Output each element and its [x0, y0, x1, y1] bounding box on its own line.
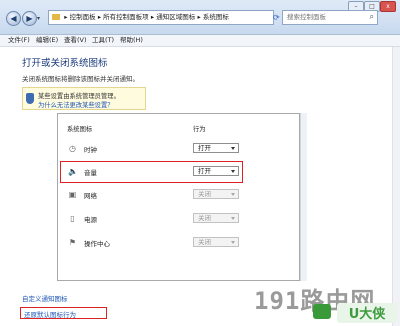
- restore-default-icon-behavior-link[interactable]: 还原默认图标行为: [24, 309, 76, 319]
- menu-edit[interactable]: 编辑(E): [36, 36, 58, 45]
- svg-text:U大侠: U大侠: [349, 306, 387, 322]
- row-label-action-center: 操作中心: [84, 240, 110, 248]
- row-label-network: 网络: [84, 192, 97, 200]
- forward-button[interactable]: ▶: [22, 11, 37, 26]
- menu-bar: 文件(F) 编辑(E) 查看(V) 工具(T) 帮助(H): [0, 35, 400, 47]
- chevron-down-icon: [231, 241, 235, 244]
- close-button[interactable]: x: [380, 1, 396, 12]
- breadcrumb-item[interactable]: 系统图标: [203, 13, 229, 21]
- page-title: 打开或关闭系统图标: [22, 58, 108, 69]
- clock-behavior-select[interactable]: 打开: [193, 143, 239, 153]
- back-button[interactable]: ◀: [6, 11, 21, 26]
- power-icon: ▯: [70, 214, 75, 223]
- page-description: 关闭系统图标将删除该图标并关闭通知。: [22, 75, 139, 83]
- column-header-icon: 系统图标: [67, 126, 93, 133]
- network-icon: ▣: [68, 190, 77, 199]
- breadcrumb-item[interactable]: 控制面板: [70, 13, 96, 21]
- search-box[interactable]: ⌕: [282, 10, 378, 25]
- watermark-badge: [313, 304, 331, 319]
- power-behavior-select[interactable]: 关闭: [193, 213, 239, 223]
- window-scrollbar[interactable]: [392, 47, 400, 326]
- address-bar[interactable]: ▸ 控制面板 ▸ 所有控制面板项 ▸ 通知区域图标 ▸ 系统图标: [48, 10, 274, 25]
- breadcrumb-item[interactable]: 所有控制面板项: [103, 13, 149, 21]
- panel-scrollbar[interactable]: [300, 113, 307, 281]
- chevron-down-icon: [231, 217, 235, 220]
- menu-help[interactable]: 帮助(H): [120, 36, 143, 45]
- title-address-bar: – □ x ◀ ▶ ▾ ▸ 控制面板 ▸ 所有控制面板项 ▸ 通知区域图标 ▸ …: [0, 0, 400, 35]
- clock-icon: ◷: [69, 144, 76, 153]
- chevron-down-icon: [231, 193, 235, 196]
- search-input[interactable]: [287, 13, 365, 21]
- watermark-logo: U大侠: [337, 303, 397, 323]
- customize-notification-icons-link[interactable]: 自定义通知图标: [22, 293, 68, 303]
- admin-notice: 某些设置由系统管理员管理。 为什么无法更改某些设置？: [22, 87, 146, 110]
- recent-pages-chevron-icon[interactable]: ▾: [37, 15, 40, 22]
- network-behavior-select[interactable]: 关闭: [193, 189, 239, 199]
- refresh-icon[interactable]: ⟳: [273, 10, 282, 25]
- menu-tools[interactable]: 工具(T): [92, 36, 114, 45]
- search-icon[interactable]: ⌕: [370, 12, 374, 22]
- action-center-icon: ⚑: [68, 238, 77, 247]
- breadcrumb-item[interactable]: 通知区域图标: [156, 13, 195, 21]
- menu-file[interactable]: 文件(F): [8, 36, 30, 45]
- folder-icon: [52, 14, 60, 20]
- menu-view[interactable]: 查看(V): [64, 36, 87, 45]
- notice-link[interactable]: 为什么无法更改某些设置？: [38, 100, 114, 109]
- column-header-behavior: 行为: [193, 126, 206, 133]
- row-label-clock: 时钟: [84, 146, 97, 154]
- row-label-power: 电源: [84, 216, 97, 224]
- shield-icon: [26, 93, 34, 104]
- highlight-box: [60, 161, 243, 183]
- chevron-down-icon: [231, 147, 235, 150]
- notice-text: 某些设置由系统管理员管理。: [38, 93, 120, 100]
- action-center-behavior-select[interactable]: 关闭: [193, 237, 239, 247]
